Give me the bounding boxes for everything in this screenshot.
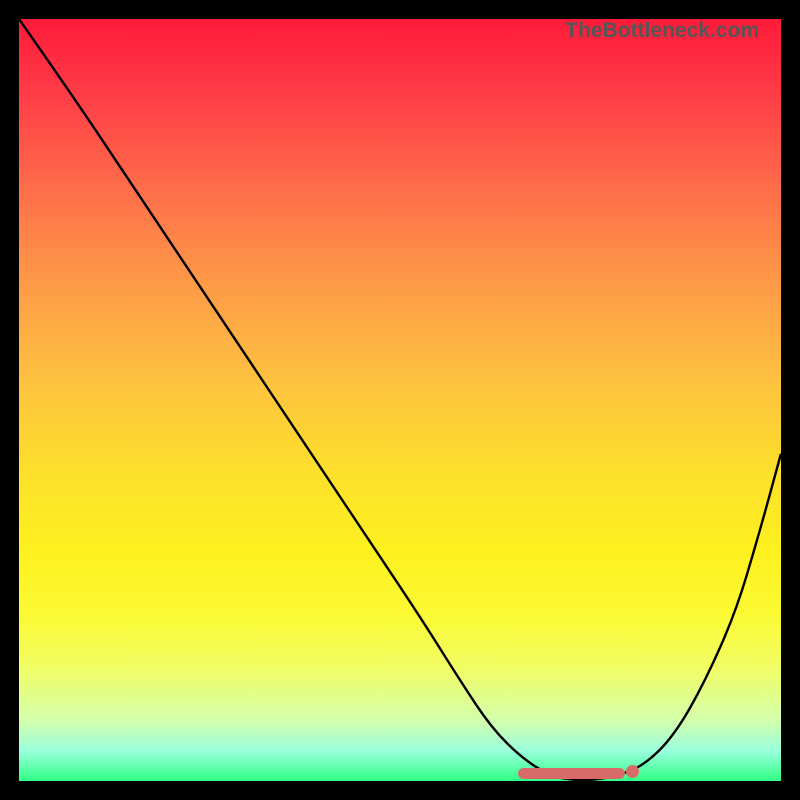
optimal-point-dot xyxy=(626,765,639,778)
plot-area: TheBottleneck.com xyxy=(19,19,781,781)
optimal-range-band xyxy=(518,768,625,779)
bottleneck-curve xyxy=(19,19,781,781)
curve-path xyxy=(19,19,781,780)
chart-frame: TheBottleneck.com xyxy=(0,0,800,800)
